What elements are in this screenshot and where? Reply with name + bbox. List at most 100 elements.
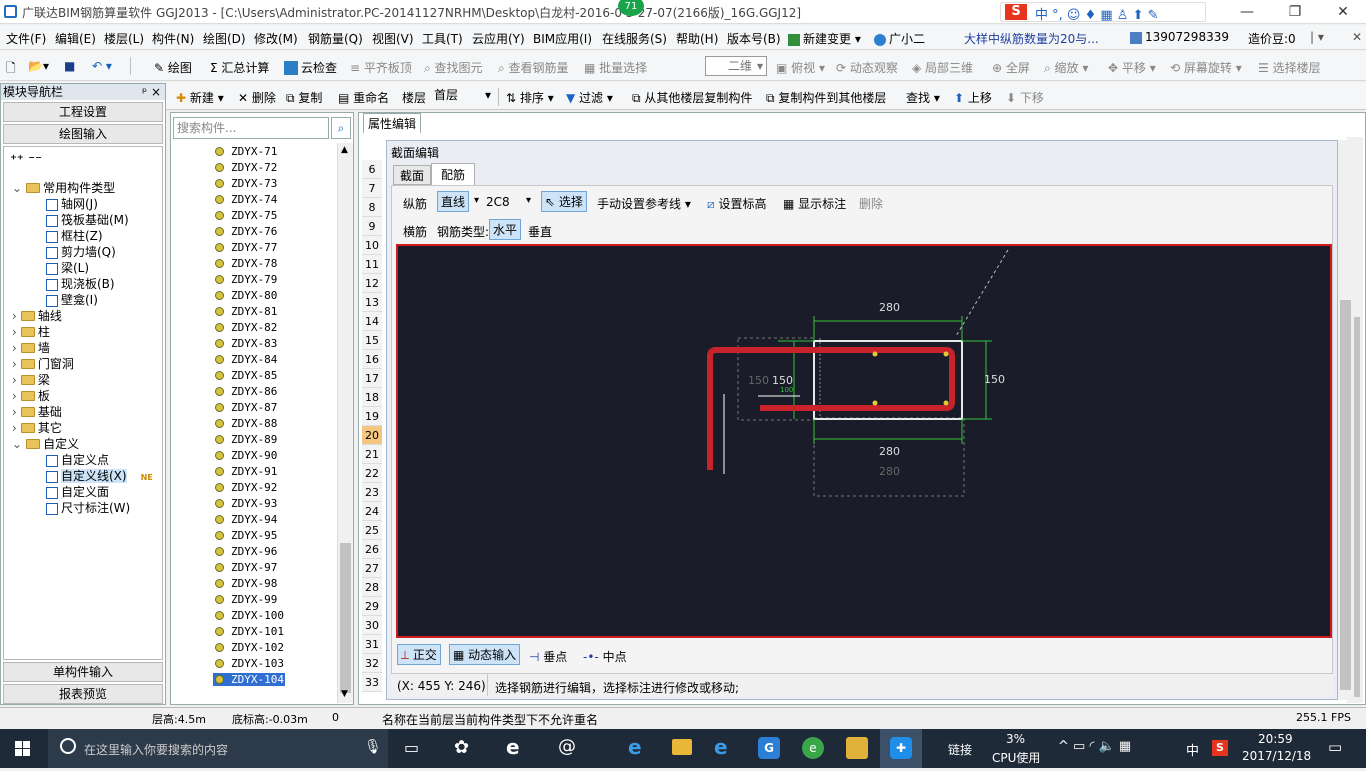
align-slab-button[interactable]: ≡ 平齐板顶 bbox=[350, 59, 412, 76]
menu-cloud[interactable]: 云应用(Y) bbox=[472, 30, 525, 47]
tree-node[interactable]: › 轴线 bbox=[12, 307, 62, 324]
show-dimension-button[interactable]: ▦ 显示标注 bbox=[783, 195, 846, 212]
local-3d-button[interactable]: ◈ 局部三维 bbox=[912, 59, 973, 76]
component-list-item[interactable]: ZDYX-89 bbox=[215, 433, 277, 446]
component-list-item[interactable]: ZDYX-87 bbox=[215, 401, 277, 414]
tree-node[interactable]: › 基础 bbox=[12, 403, 62, 420]
ie-legacy-icon[interactable]: e bbox=[506, 735, 520, 759]
find-button[interactable]: 查找 ▾ bbox=[906, 89, 940, 106]
tree-node[interactable]: 轴网(J) bbox=[46, 195, 98, 212]
tree-node[interactable]: 筏板基础(M) bbox=[46, 211, 129, 228]
fan-app-icon[interactable]: ✿ bbox=[454, 737, 469, 758]
scroll-down-icon[interactable]: ▼ bbox=[341, 689, 348, 699]
expand-toggle-icon[interactable]: › bbox=[12, 405, 17, 419]
horizontal-button[interactable]: 水平 bbox=[489, 219, 522, 240]
tree-node[interactable]: 自定义面 bbox=[46, 483, 109, 500]
row-number[interactable]: 33 bbox=[362, 673, 382, 692]
expand-toggle-icon[interactable]: ⌄ bbox=[12, 437, 22, 451]
copy-button[interactable]: ⧉ 复制 bbox=[286, 89, 322, 106]
expand-toggle-icon[interactable]: › bbox=[12, 325, 17, 339]
component-list-item[interactable]: ZDYX-76 bbox=[215, 225, 277, 238]
perpendicular-snap-button[interactable]: ⊣ 垂点 bbox=[529, 648, 567, 665]
component-list-item[interactable]: ZDYX-71 bbox=[215, 145, 277, 158]
dim-right-150[interactable]: 150 bbox=[984, 373, 1005, 386]
menu-bim[interactable]: BIM应用(I) bbox=[533, 30, 592, 47]
tab-section[interactable]: 截面 bbox=[393, 165, 431, 185]
midpoint-snap-button[interactable]: -•- 中点 bbox=[583, 648, 627, 665]
component-list-item[interactable]: ZDYX-96 bbox=[215, 545, 277, 558]
component-list-item[interactable]: ZDYX-98 bbox=[215, 577, 277, 590]
row-number[interactable]: 23 bbox=[362, 483, 382, 502]
nav-drawing-input[interactable]: 绘图输入 bbox=[3, 124, 163, 144]
ime-mode-indicator[interactable]: 中 bbox=[1186, 740, 1199, 759]
row-number[interactable]: 29 bbox=[362, 597, 382, 616]
menu-view[interactable]: 视图(V) bbox=[372, 30, 414, 47]
row-number[interactable]: 25 bbox=[362, 521, 382, 540]
component-list-item[interactable]: ZDYX-77 bbox=[215, 241, 277, 254]
save-icon[interactable]: ■ bbox=[64, 59, 75, 73]
section-drawing[interactable] bbox=[398, 246, 1330, 636]
restore-button[interactable]: ❐ bbox=[1272, 0, 1318, 24]
vertical-button[interactable]: 垂直 bbox=[528, 223, 552, 240]
tree-node[interactable]: 框柱(Z) bbox=[46, 227, 103, 244]
active-app-task[interactable]: ✚ bbox=[880, 729, 922, 768]
expand-toggle-icon[interactable]: › bbox=[12, 421, 17, 435]
menu-extra[interactable]: | ▾ bbox=[1310, 30, 1324, 44]
edge-icon[interactable]: e bbox=[628, 735, 642, 759]
dialog-scroll-thumb[interactable] bbox=[1340, 300, 1351, 690]
search-icon[interactable]: ⌕ bbox=[331, 117, 351, 139]
menu-file[interactable]: 文件(F) bbox=[6, 30, 46, 47]
find-element-button[interactable]: ⌕ 查找图元 bbox=[424, 59, 483, 76]
ortho-button[interactable]: ⟂ 正交 bbox=[397, 644, 441, 665]
notice-link[interactable]: 大样中纵筋数量为20与... bbox=[964, 30, 1099, 47]
minimize-button[interactable]: — bbox=[1224, 0, 1270, 24]
tree-node[interactable]: › 梁 bbox=[12, 371, 50, 388]
component-list-item[interactable]: ZDYX-80 bbox=[215, 289, 277, 302]
move-up-button[interactable]: ⬆ 上移 bbox=[954, 89, 992, 106]
menu-tools[interactable]: 工具(T) bbox=[422, 30, 463, 47]
dynamic-input-button[interactable]: ▦ 动态输入 bbox=[449, 644, 521, 665]
component-list-item[interactable]: ZDYX-78 bbox=[215, 257, 277, 270]
expand-toggle-icon[interactable]: › bbox=[12, 357, 17, 371]
microphone-icon[interactable]: 🎙 bbox=[364, 739, 382, 755]
tree-node[interactable]: ⌄ 自定义 bbox=[12, 435, 79, 452]
start-button[interactable] bbox=[0, 729, 46, 768]
dialog-scrollbar[interactable] bbox=[1338, 140, 1354, 700]
row-number[interactable]: 21 bbox=[362, 445, 382, 464]
file-explorer-icon[interactable] bbox=[672, 739, 692, 755]
row-number[interactable]: 20 bbox=[362, 426, 382, 445]
nav-single-component-input[interactable]: 单构件输入 bbox=[3, 662, 163, 682]
menu-draw[interactable]: 绘图(D) bbox=[203, 30, 246, 47]
dim-bottom-280[interactable]: 280 bbox=[879, 445, 900, 458]
row-number[interactable]: 8 bbox=[362, 198, 382, 217]
fullscreen-button[interactable]: ⊕ 全屏 bbox=[992, 59, 1030, 76]
pan-button[interactable]: ✥ 平移 ▾ bbox=[1108, 59, 1156, 76]
dialog-delete-button[interactable]: 删除 bbox=[859, 195, 883, 212]
dim-top-280[interactable]: 280 bbox=[879, 301, 900, 314]
expand-toggle-icon[interactable]: › bbox=[12, 373, 17, 387]
tray-icons[interactable]: ^ ▭ ◜ 🔈 ▦ bbox=[1058, 739, 1131, 754]
component-list-item[interactable]: ZDYX-93 bbox=[215, 497, 277, 510]
dynamic-observe-button[interactable]: ⟳ 动态观察 bbox=[836, 59, 898, 76]
tree-node[interactable]: 壁龛(I) bbox=[46, 291, 98, 308]
top-view-button[interactable]: ▣ 俯视 ▾ bbox=[776, 59, 825, 76]
close-doc-icon[interactable]: ✕ bbox=[1352, 30, 1362, 44]
component-list-item[interactable]: ZDYX-102 bbox=[215, 641, 284, 654]
component-list-item[interactable]: ZDYX-73 bbox=[215, 177, 277, 190]
row-number[interactable]: 11 bbox=[362, 255, 382, 274]
menu-version[interactable]: 版本号(B) bbox=[727, 30, 781, 47]
spec-dropdown-icon[interactable]: ▾ bbox=[526, 195, 531, 206]
select-floor-button[interactable]: ☰ 选择楼层 bbox=[1258, 59, 1321, 76]
draw-button[interactable]: ✎ 绘图 bbox=[154, 59, 192, 76]
menu-component[interactable]: 构件(N) bbox=[152, 30, 194, 47]
batch-select-button[interactable]: ▦ 批量选择 bbox=[584, 59, 647, 76]
tree-node[interactable]: 自定义点 bbox=[46, 451, 109, 468]
expand-toggle-icon[interactable]: › bbox=[12, 341, 17, 355]
row-number[interactable]: 18 bbox=[362, 388, 382, 407]
expand-toggle-icon[interactable]: ⌄ bbox=[12, 181, 22, 195]
component-list-item[interactable]: ZDYX-101 bbox=[215, 625, 284, 638]
straight-mode-button[interactable]: 直线 bbox=[437, 191, 470, 212]
sort-button[interactable]: ⇅ 排序 ▾ bbox=[506, 89, 554, 106]
floor-select[interactable]: 首层 ▾ bbox=[430, 86, 494, 106]
tree-node[interactable]: › 其它 bbox=[12, 419, 62, 436]
